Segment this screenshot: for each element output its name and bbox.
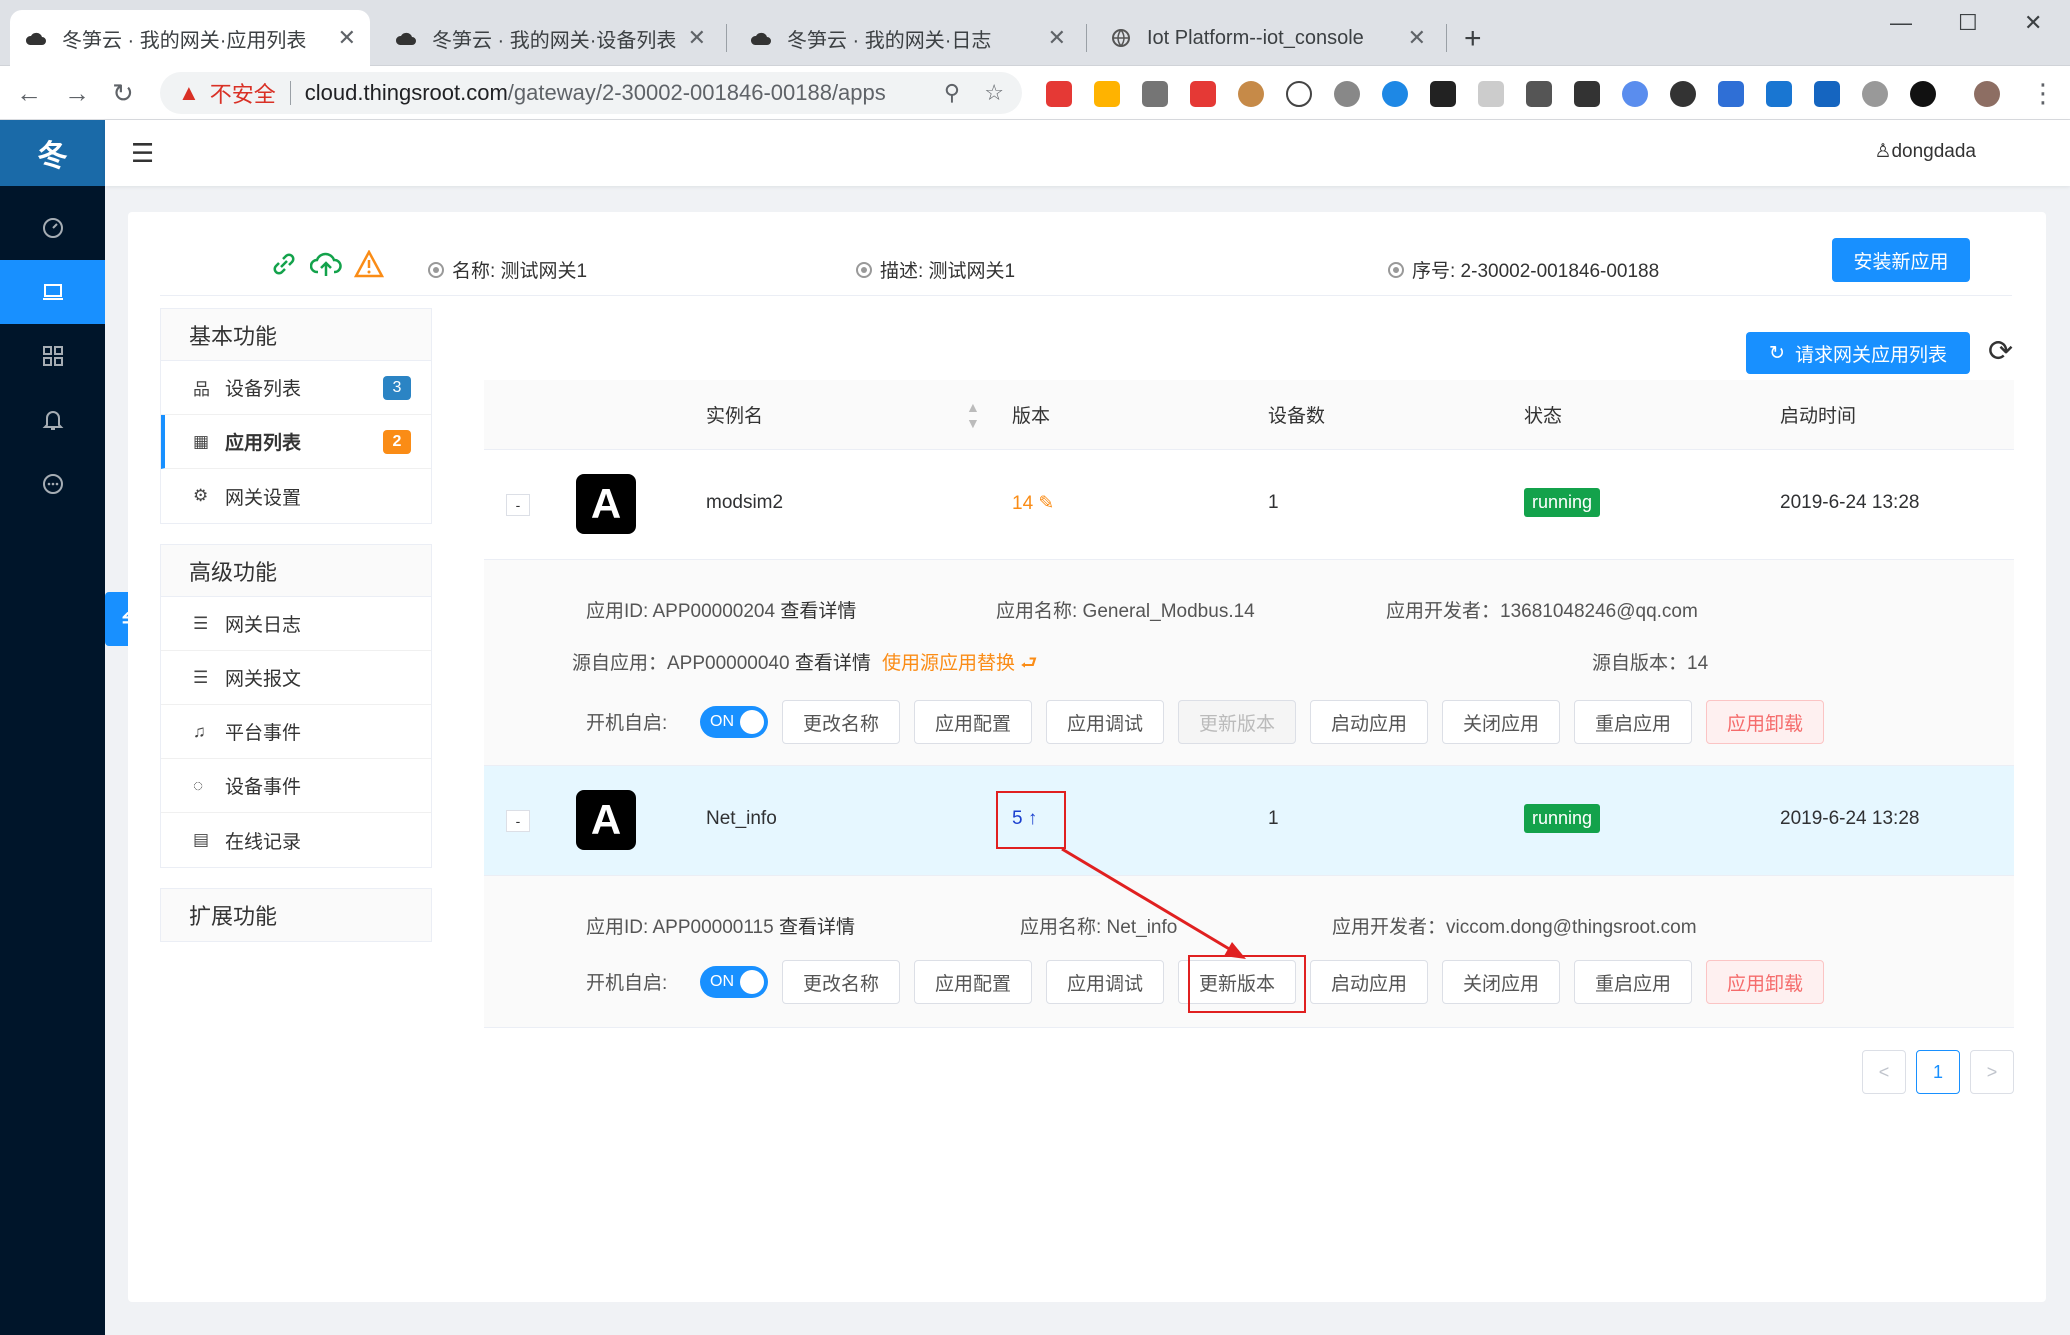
annotation-arrow xyxy=(1061,847,1246,959)
pagination-prev[interactable]: < xyxy=(1862,1050,1906,1094)
pagination-next[interactable]: > xyxy=(1970,1050,2014,1094)
pagination-page[interactable]: 1 xyxy=(1916,1050,1960,1094)
